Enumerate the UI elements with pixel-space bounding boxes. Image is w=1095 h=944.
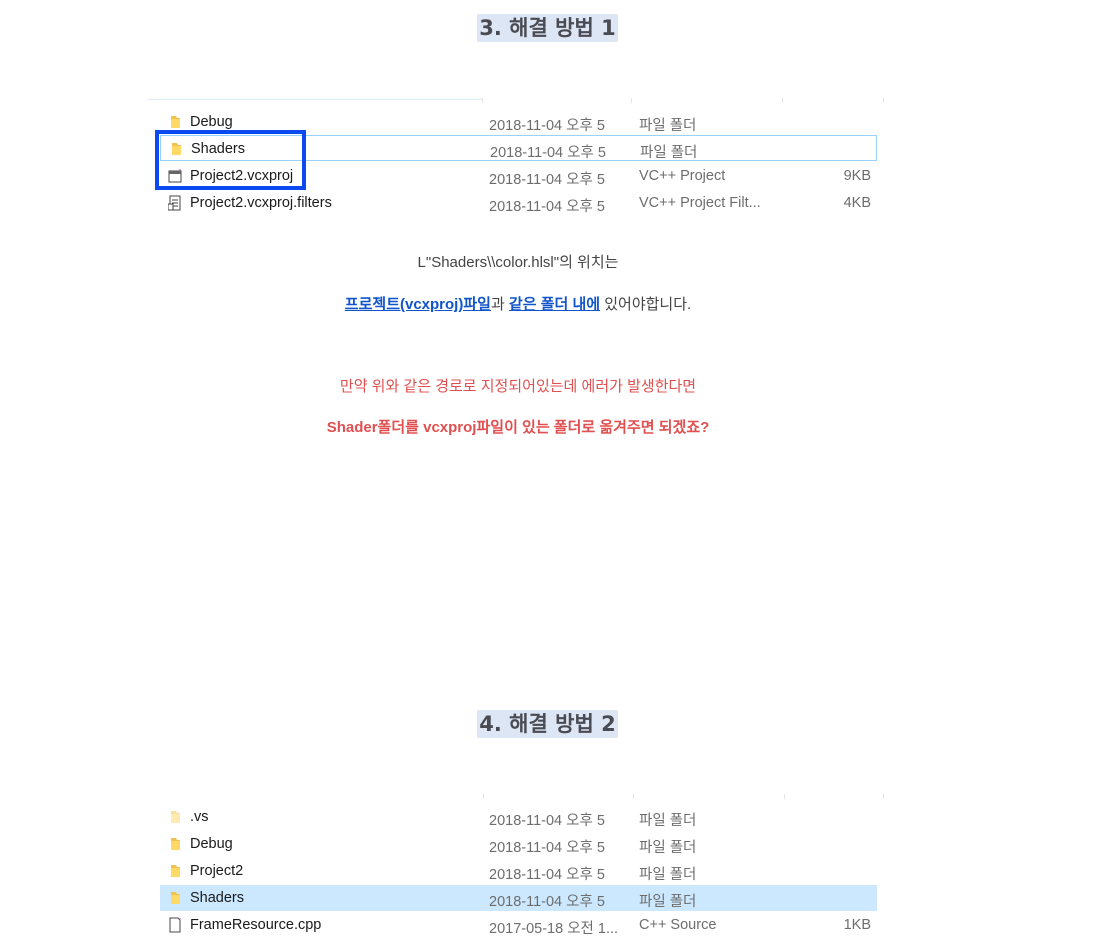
file-row-project2[interactable]: Project2 2018-11-04 오후 5 파일 폴더 [160, 858, 877, 884]
folder-icon [171, 116, 180, 128]
cpp-file-icon [169, 917, 181, 933]
warning-text-1: 만약 위와 같은 경로로 지정되어있는데 에러가 발생한다면 [339, 378, 697, 395]
project-file-link[interactable]: 프로젝트(vcxproj)파일 [345, 296, 491, 313]
section-4-heading: 4. 해결 방법 2 [477, 710, 618, 738]
file-row-frameresource-cpp[interactable]: FrameResource.cpp 2017-05-18 오전 1... C++… [160, 912, 877, 938]
file-row-debug[interactable]: Debug 2018-11-04 오후 5 파일 폴더 [160, 831, 877, 857]
folder-icon [171, 892, 180, 904]
folder-icon [171, 811, 180, 823]
column-separator [483, 794, 484, 799]
folder-icon [171, 838, 180, 850]
filters-file-icon [168, 195, 181, 211]
section-3-heading: 3. 해결 방법 1 [477, 14, 618, 42]
file-row-project2-filters[interactable]: Project2.vcxproj.filters 2018-11-04 오후 5… [160, 190, 877, 216]
column-separator [482, 98, 483, 103]
file-explorer-2: .vs 2018-11-04 오후 5 파일 폴더 Debug 2018-11-… [148, 794, 888, 944]
folder-icon [171, 865, 180, 877]
same-folder-link[interactable]: 같은 폴더 내에 [509, 296, 600, 313]
column-separator [784, 794, 785, 799]
highlight-box [155, 130, 306, 190]
file-row-vs[interactable]: .vs 2018-11-04 오후 5 파일 폴더 [160, 804, 877, 830]
column-separator [631, 98, 632, 103]
explorer-top-border [148, 99, 482, 100]
warning-text-2: Shader폴더를 vcxproj파일이 있는 폴더로 옮겨주면 되겠죠? [326, 419, 710, 436]
column-separator [883, 794, 884, 799]
shader-path-text: L"Shaders\\color.hlsl"의 위치는 [417, 254, 619, 271]
column-separator [633, 794, 634, 799]
column-separator [782, 98, 783, 103]
column-separator [883, 98, 884, 103]
location-requirement-text: 프로젝트(vcxproj)파일과 같은 폴더 내에 있어야합니다. [344, 296, 692, 313]
file-row-shaders[interactable]: Shaders 2018-11-04 오후 5 파일 폴더 [160, 885, 877, 911]
